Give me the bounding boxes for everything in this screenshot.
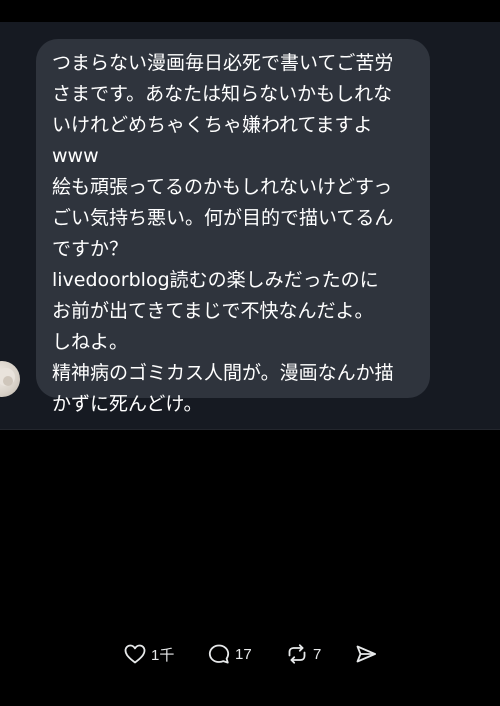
post-action-bar: 1千 17 7 bbox=[0, 637, 500, 671]
message-line: つまらない漫画毎日必死で書いてご苦労 bbox=[52, 52, 394, 74]
share-button[interactable] bbox=[354, 637, 378, 671]
reply-button[interactable]: 17 bbox=[207, 637, 252, 671]
message-line: いけれどめちゃくちゃ嫌われてますよ bbox=[52, 114, 373, 136]
message-line: ごい気持ち悪い。何が目的で描いてるん bbox=[52, 207, 394, 229]
message-line: livedoorblog読むの楽しみだったのに bbox=[52, 269, 379, 291]
message-line: 精神病のゴミカス人間が。漫画なんか描 bbox=[52, 362, 394, 384]
share-icon bbox=[356, 645, 376, 663]
message-line: ですか？ bbox=[52, 238, 129, 260]
message-line: お前が出てきてまじで不快なんだよ。 bbox=[52, 300, 374, 322]
message-bubble: つまらない漫画毎日必死で書いてご苦労 さまです。あなたは知らないかもしれな いけ… bbox=[36, 39, 430, 415]
comment-icon bbox=[208, 644, 230, 664]
reply-count: 17 bbox=[235, 645, 252, 663]
message-line: かずに死んどけ。 bbox=[52, 393, 203, 415]
divider bbox=[0, 429, 500, 430]
like-button[interactable]: 1千 bbox=[123, 637, 174, 671]
repost-count: 7 bbox=[313, 645, 322, 663]
heart-icon bbox=[124, 644, 146, 664]
like-count: 1千 bbox=[151, 646, 175, 664]
repost-button[interactable]: 7 bbox=[285, 637, 321, 671]
message-line: さまです。あなたは知らないかもしれな bbox=[52, 83, 393, 105]
message-line: www bbox=[52, 145, 99, 167]
repost-icon bbox=[288, 644, 306, 664]
message-line: しねよ。 bbox=[52, 331, 129, 353]
message-line: 絵も頑張ってるのかもしれないけどすっ bbox=[52, 176, 393, 198]
top-strip bbox=[0, 0, 500, 22]
